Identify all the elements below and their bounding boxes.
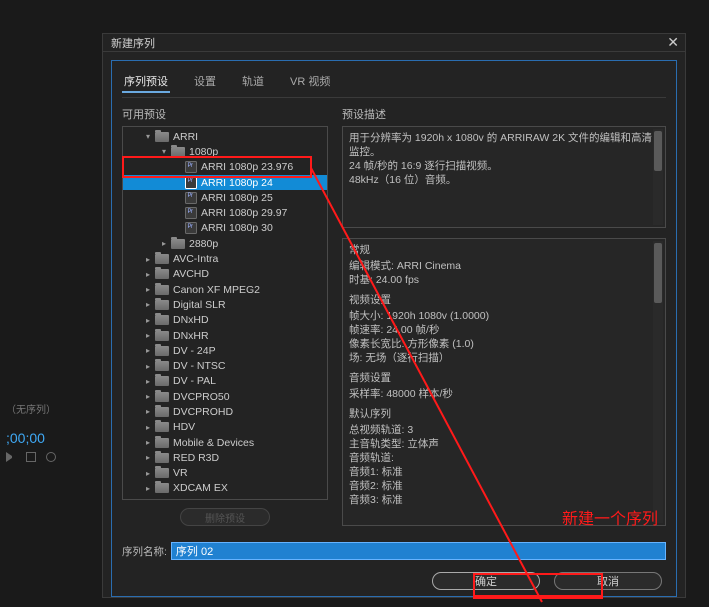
chevron-right-icon: ▸ [143, 468, 153, 478]
chevron-down-icon: ▾ [159, 147, 169, 157]
sequence-name-label: 序列名称: [122, 544, 167, 559]
folder-icon [155, 483, 169, 493]
tree-preset[interactable]: ARRI 1080p 30 [123, 221, 327, 236]
scrollbar[interactable] [653, 241, 663, 523]
tree-folder[interactable]: ▸AVC-Intra [123, 251, 327, 266]
tree-preset[interactable]: ARRI 1080p 23.976 [123, 160, 327, 175]
dialog-title: 新建序列 [111, 35, 155, 51]
chevron-right-icon: ▸ [143, 315, 153, 325]
folder-icon [155, 300, 169, 310]
tree-folder[interactable]: ▸DV - NTSC [123, 358, 327, 373]
cancel-button[interactable]: 取消 [554, 572, 662, 590]
tree-folder[interactable]: ▸VR [123, 466, 327, 481]
preset-tree[interactable]: ▾ARRI ▾1080p ARRI 1080p 23.976 ARRI 1080… [122, 126, 328, 500]
folder-icon [171, 239, 185, 249]
chevron-right-icon: ▸ [143, 285, 153, 295]
chevron-right-icon: ▸ [143, 453, 153, 463]
tab-settings[interactable]: 设置 [192, 71, 218, 93]
available-presets-label: 可用预设 [122, 106, 328, 122]
preset-icon [185, 222, 197, 234]
tree-folder-arri[interactable]: ▾ARRI [123, 129, 327, 144]
preset-icon [185, 161, 197, 173]
chevron-right-icon: ▸ [143, 361, 153, 371]
preset-description-box: 用于分辨率为 1920h x 1080v 的 ARRIRAW 2K 文件的编辑和… [342, 126, 666, 228]
tree-folder[interactable]: ▸DV - PAL [123, 374, 327, 389]
chevron-right-icon: ▸ [143, 300, 153, 310]
chevron-down-icon: ▾ [143, 132, 153, 142]
chevron-right-icon: ▸ [143, 422, 153, 432]
ok-button[interactable]: 确定 [432, 572, 540, 590]
no-sequence-label: （无序列） [6, 401, 94, 416]
tree-folder-2880p[interactable]: ▸2880p [123, 236, 327, 251]
tree-folder[interactable]: ▸RED R3D [123, 450, 327, 465]
folder-icon [171, 147, 185, 157]
tree-preset[interactable]: ARRI 1080p 29.97 [123, 205, 327, 220]
preset-icon [185, 177, 197, 189]
preset-description-label: 预设描述 [342, 106, 666, 122]
folder-icon [155, 438, 169, 448]
chevron-right-icon: ▸ [143, 483, 153, 493]
folder-icon [155, 453, 169, 463]
chevron-right-icon: ▸ [143, 376, 153, 386]
annotation-text: 新建一个序列 [562, 505, 658, 529]
dialog-titlebar[interactable]: 新建序列 ✕ [103, 34, 685, 52]
tree-folder[interactable]: ▸DNxHD [123, 313, 327, 328]
chevron-right-icon: ▸ [143, 438, 153, 448]
folder-icon [155, 285, 169, 295]
tree-folder-1080p[interactable]: ▾1080p [123, 144, 327, 159]
tree-folder[interactable]: ▸DVCPROHD [123, 404, 327, 419]
tree-folder[interactable]: ▸Mobile & Devices [123, 435, 327, 450]
tree-preset-selected[interactable]: ARRI 1080p 24 [123, 175, 327, 190]
folder-icon [155, 376, 169, 386]
preset-icon [185, 207, 197, 219]
tree-folder[interactable]: ▸DV - 24P [123, 343, 327, 358]
folder-icon [155, 331, 169, 341]
folder-icon [155, 269, 169, 279]
tree-folder[interactable]: ▸DNxHR [123, 328, 327, 343]
tree-folder[interactable]: ▸XDCAM EX [123, 481, 327, 496]
folder-icon [155, 361, 169, 371]
tabs: 序列预设 设置 轨道 VR 视频 [122, 71, 666, 98]
chevron-right-icon: ▸ [143, 331, 153, 341]
tree-folder[interactable]: ▸Digital SLR [123, 297, 327, 312]
folder-icon [155, 346, 169, 356]
chevron-right-icon: ▸ [143, 269, 153, 279]
chevron-right-icon: ▸ [143, 407, 153, 417]
tree-folder[interactable]: ▸Canon XF MPEG2 [123, 282, 327, 297]
preset-icon [185, 192, 197, 204]
folder-icon [155, 407, 169, 417]
folder-icon [155, 254, 169, 264]
bg-icons [6, 452, 94, 462]
chevron-right-icon: ▸ [143, 346, 153, 356]
scrollbar[interactable] [653, 129, 663, 225]
folder-icon [155, 468, 169, 478]
tree-folder[interactable]: ▸AVCHD [123, 267, 327, 282]
timecode: ;00;00 [6, 430, 94, 446]
preset-details-box: 常规 编辑模式: ARRI Cinema 时基: 24.00 fps 视频设置 … [342, 238, 666, 526]
tab-tracks[interactable]: 轨道 [240, 71, 266, 93]
folder-icon [155, 392, 169, 402]
folder-icon [155, 132, 169, 142]
tab-vr[interactable]: VR 视频 [288, 71, 332, 93]
tab-presets[interactable]: 序列预设 [122, 71, 170, 93]
chevron-right-icon: ▸ [159, 239, 169, 249]
chevron-right-icon: ▸ [143, 392, 153, 402]
folder-icon [155, 315, 169, 325]
sequence-name-input[interactable] [171, 542, 666, 560]
tree-folder[interactable]: ▸HDV [123, 420, 327, 435]
delete-preset-button: 删除预设 [180, 508, 270, 526]
chevron-right-icon: ▸ [143, 254, 153, 264]
tree-preset[interactable]: ARRI 1080p 25 [123, 190, 327, 205]
close-icon[interactable]: ✕ [667, 34, 679, 51]
tree-folder[interactable]: ▸DVCPRO50 [123, 389, 327, 404]
background-panel: （无序列） ;00;00 [0, 395, 100, 465]
folder-icon [155, 422, 169, 432]
